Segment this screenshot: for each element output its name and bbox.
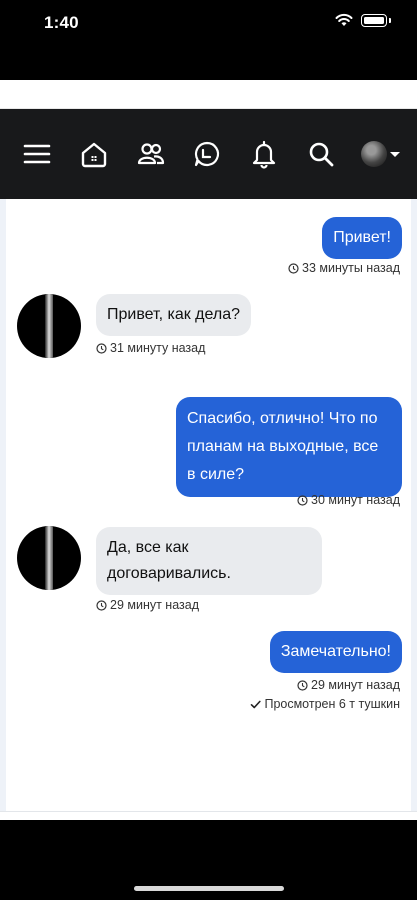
profile-avatar (360, 141, 387, 167)
checkmark-icon (251, 700, 262, 708)
message-bubble-outgoing[interactable]: Привет! (322, 217, 402, 259)
messages-icon (195, 141, 220, 167)
top-navbar (0, 109, 417, 199)
seen-text: Просмотрен 6 т тушкин (264, 697, 400, 711)
home-button[interactable] (77, 137, 111, 171)
message-timestamp: 29 минут назад (96, 598, 199, 612)
status-time: 1:40 (44, 13, 79, 32)
clock-icon (297, 494, 308, 506)
clock-icon (288, 262, 299, 274)
message-bubble-outgoing[interactable]: Спасибо, отлично! Что по планам на выход… (176, 397, 402, 497)
message-bubble-incoming[interactable]: Да, все как договаривались. (96, 527, 322, 595)
profile-menu[interactable] (360, 141, 400, 167)
search-icon (309, 142, 334, 167)
timestamp-text: 31 минуту назад (110, 341, 206, 355)
contact-avatar[interactable] (17, 294, 81, 358)
message-composer (0, 811, 417, 820)
clock-icon (96, 599, 107, 611)
friends-button[interactable] (134, 137, 168, 171)
menu-icon (23, 144, 51, 164)
battery-icon (361, 13, 387, 27)
chat-right-border (411, 199, 417, 820)
search-button[interactable] (304, 137, 338, 171)
chevron-down-icon (389, 151, 400, 157)
timestamp-text: 29 минут назад (110, 598, 199, 612)
timestamp-text: 33 минуты назад (302, 261, 400, 275)
menu-button[interactable] (20, 137, 54, 171)
messages-button[interactable] (190, 137, 224, 171)
notifications-button[interactable] (247, 137, 281, 171)
wifi-icon (335, 13, 353, 26)
contact-avatar[interactable] (17, 526, 81, 590)
message-timestamp: 33 минуты назад (288, 261, 400, 275)
clock-icon (297, 679, 308, 691)
message-list[interactable]: Привет! 33 минуты назад Привет, как дела… (6, 199, 411, 811)
home-indicator[interactable] (134, 886, 284, 891)
clock-icon (96, 342, 107, 354)
message-timestamp: 31 минуту назад (96, 341, 205, 355)
message-timestamp: 30 минут назад (297, 493, 400, 507)
status-bar: 1:40 (0, 0, 417, 50)
notifications-icon (253, 140, 276, 169)
battery-tip (389, 17, 391, 23)
app-frame: Привет! 33 минуты назад Привет, как дела… (0, 80, 417, 820)
timestamp-text: 30 минут назад (311, 493, 400, 507)
browser-top-strip (0, 80, 417, 109)
message-input[interactable] (16, 812, 401, 820)
home-icon (81, 142, 107, 168)
seen-status: Просмотрен 6 т тушкин (250, 697, 400, 711)
status-icons (335, 13, 391, 27)
friends-icon (137, 143, 164, 165)
chat-area[interactable]: Привет! 33 минуты назад Привет, как дела… (0, 199, 417, 820)
message-bubble-outgoing[interactable]: Замечательно! (269, 631, 402, 673)
message-bubble-incoming[interactable]: Привет, как дела? (96, 294, 251, 336)
timestamp-text: 29 минут назад (311, 678, 400, 692)
message-timestamp: 29 минут назад (297, 678, 400, 692)
